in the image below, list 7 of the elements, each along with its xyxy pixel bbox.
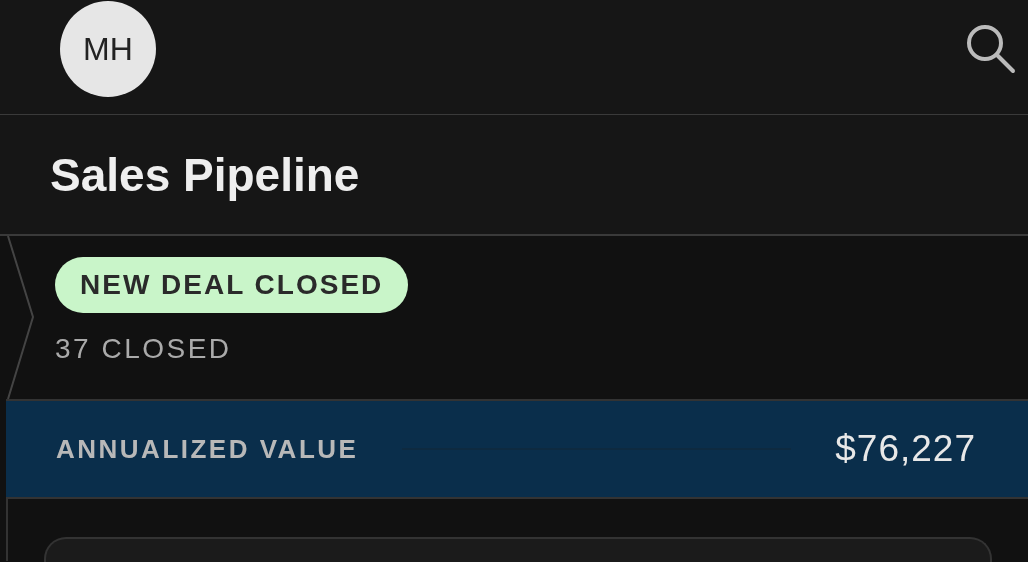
metric-value: $76,227 [835, 428, 976, 470]
page-title: Sales Pipeline [50, 147, 360, 202]
avatar[interactable]: MH [60, 1, 156, 97]
status-badge: NEW DEAL CLOSED [55, 257, 409, 313]
metric-label: ANNUALIZED VALUE [56, 433, 359, 465]
closed-count: 37 CLOSED [55, 333, 232, 365]
search-icon[interactable] [964, 22, 1016, 74]
